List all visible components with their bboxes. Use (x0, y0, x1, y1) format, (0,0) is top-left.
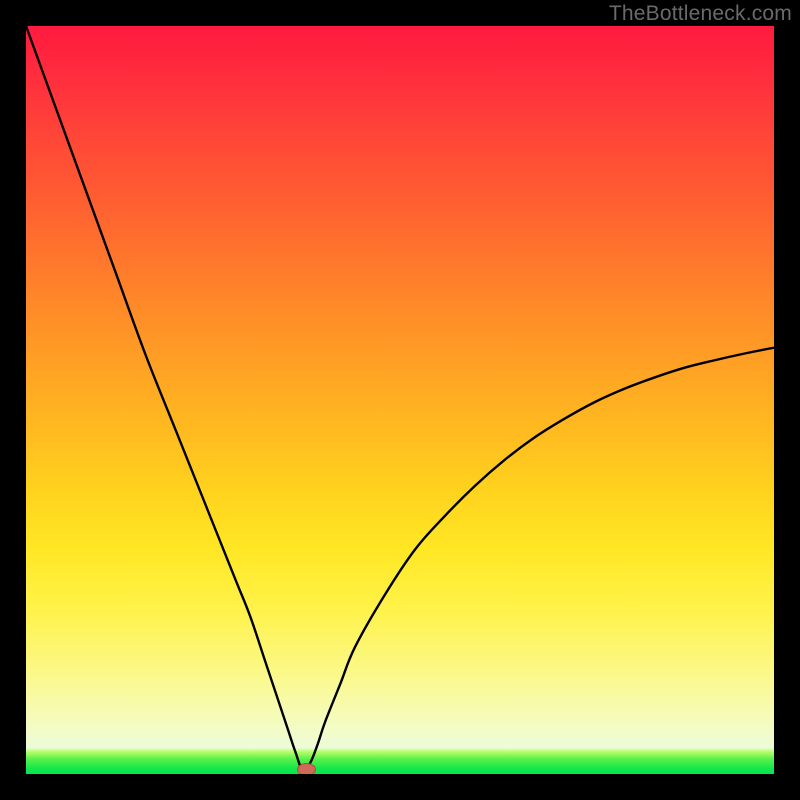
minimum-marker (298, 764, 316, 774)
bottleneck-curve (26, 26, 774, 771)
plot-area (26, 26, 774, 774)
watermark-text: TheBottleneck.com (609, 2, 792, 26)
chart-frame: TheBottleneck.com (0, 0, 800, 800)
curve-layer (26, 26, 774, 774)
